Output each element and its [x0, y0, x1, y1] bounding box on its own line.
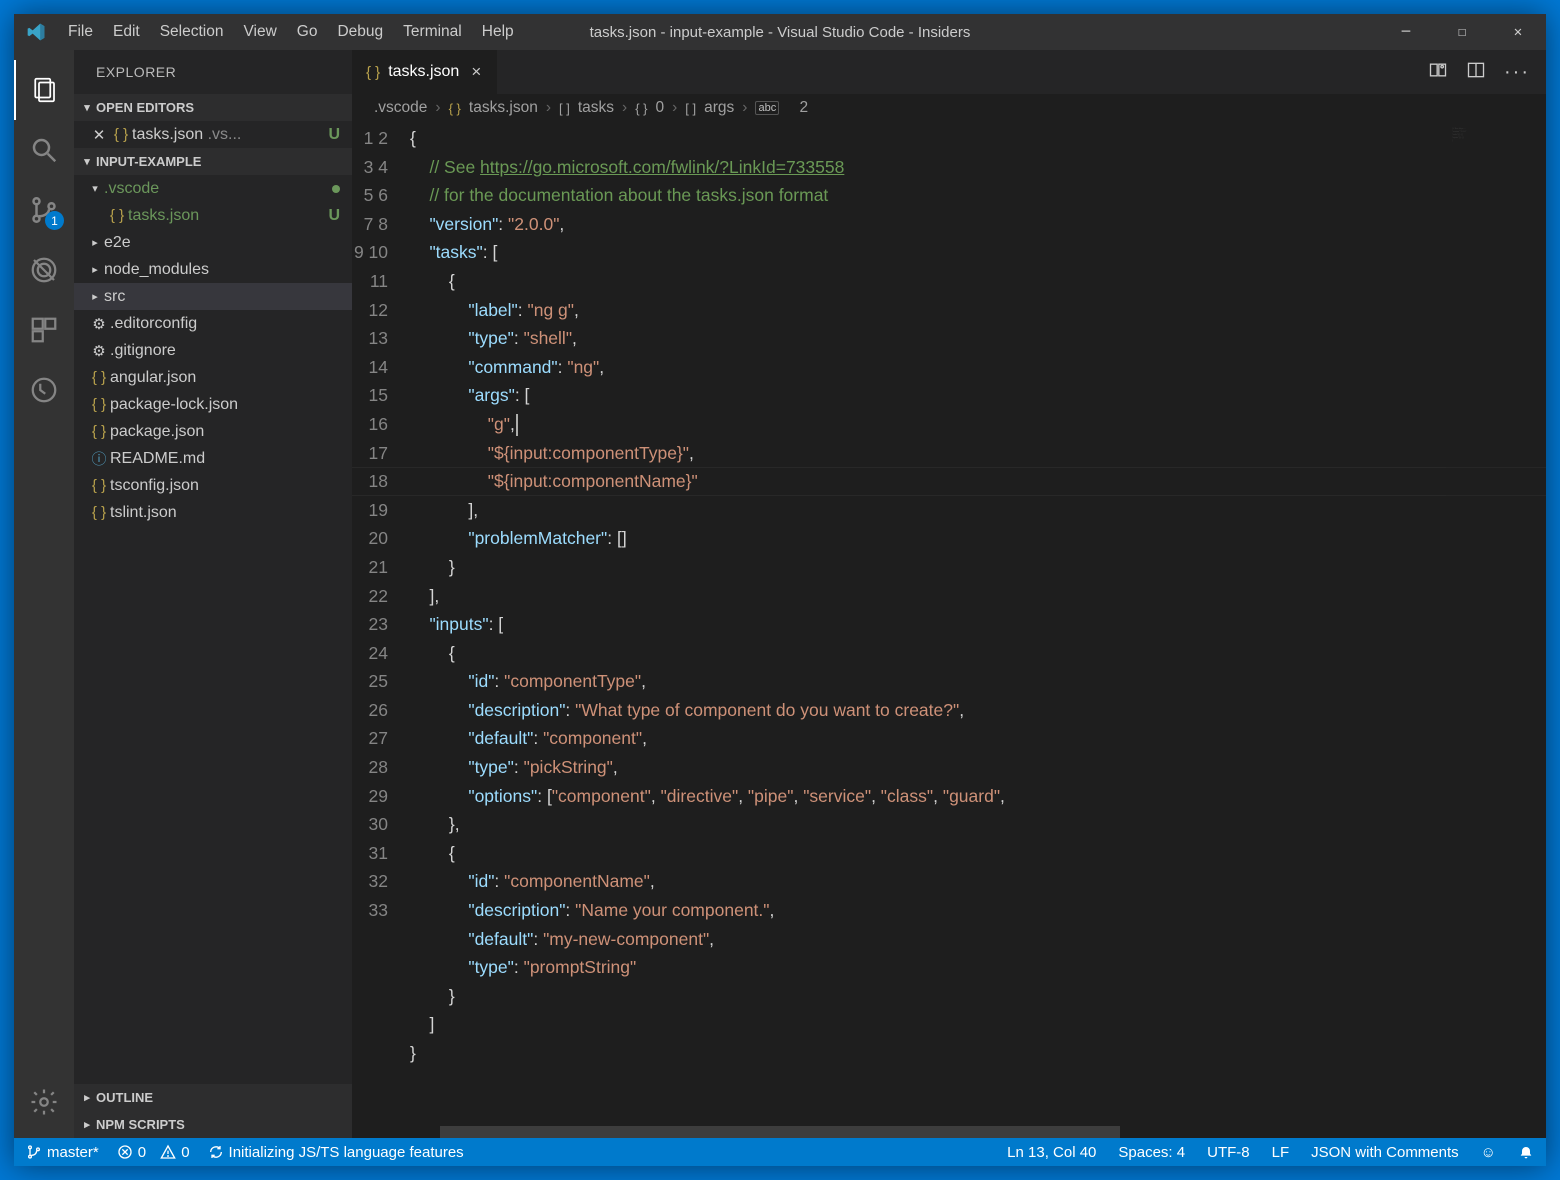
text-editor[interactable]: 1 2 3 4 5 6 7 8 9 10 11 12 13 14 15 16 1…: [352, 122, 1546, 1126]
problems-status[interactable]: 0 0: [117, 1144, 190, 1161]
notifications-icon[interactable]: [1518, 1143, 1534, 1160]
tab-close-icon[interactable]: ×: [467, 62, 485, 82]
title-bar: File Edit Selection View Go Debug Termin…: [14, 14, 1546, 50]
language-mode-status[interactable]: JSON with Comments: [1311, 1144, 1459, 1161]
menu-debug[interactable]: Debug: [327, 14, 393, 50]
tree-file-tsconfig[interactable]: { }tsconfig.json: [74, 472, 352, 499]
vscode-window: File Edit Selection View Go Debug Termin…: [14, 14, 1546, 1166]
status-bar: master* 0 0 Initializing JS/TS language …: [14, 1138, 1546, 1166]
vscode-logo-icon: [14, 22, 58, 42]
npm-scripts-header[interactable]: ▸NPM SCRIPTS: [74, 1111, 352, 1138]
tree-folder-src[interactable]: ▸src: [74, 283, 352, 310]
sidebar-title: EXPLORER: [74, 50, 352, 94]
scm-badge: 1: [45, 211, 64, 230]
open-editors-header[interactable]: ▾OPEN EDITORS: [74, 94, 352, 121]
close-editor-icon[interactable]: ✕: [88, 126, 110, 144]
line-numbers: 1 2 3 4 5 6 7 8 9 10 11 12 13 14 15 16 1…: [352, 122, 410, 1126]
search-icon[interactable]: [14, 120, 74, 180]
breadcrumb[interactable]: .vscode› { }tasks.json› [ ]tasks› { }0› …: [352, 94, 1546, 122]
maximize-button[interactable]: ☐: [1434, 14, 1490, 50]
branch-icon: [26, 1144, 42, 1160]
window-controls: ─ ☐ ✕: [1378, 14, 1546, 50]
tree-file-tasks[interactable]: { }tasks.jsonU: [74, 202, 352, 229]
menu-view[interactable]: View: [233, 14, 286, 50]
warning-icon: [160, 1144, 176, 1160]
close-button[interactable]: ✕: [1490, 14, 1546, 50]
explorer-icon[interactable]: [14, 60, 74, 120]
menu-file[interactable]: File: [58, 14, 103, 50]
cursor-position-status[interactable]: Ln 13, Col 40: [1007, 1144, 1096, 1161]
text-cursor: [516, 414, 518, 436]
gear-file-icon: ⚙: [88, 342, 110, 360]
split-editor-icon[interactable]: [1466, 60, 1486, 85]
scrollbar-thumb[interactable]: [440, 1126, 1120, 1138]
activity-bar: 1: [14, 50, 74, 1138]
json-file-icon: { }: [366, 64, 380, 81]
menu-edit[interactable]: Edit: [103, 14, 150, 50]
tree-file-angular[interactable]: { }angular.json: [74, 364, 352, 391]
feedback-icon[interactable]: ☺: [1481, 1144, 1496, 1161]
toggle-changes-icon[interactable]: [1428, 60, 1448, 85]
minimap[interactable]: { // See https ... "version":"2.0.0" "ta…: [1446, 122, 1546, 1126]
indentation-status[interactable]: Spaces: 4: [1118, 1144, 1185, 1161]
editor-group: { } tasks.json × ··· .vscode› { }tasks.j…: [352, 50, 1546, 1138]
debug-icon[interactable]: [14, 240, 74, 300]
language-status[interactable]: Initializing JS/TS language features: [208, 1144, 464, 1161]
tab-bar: { } tasks.json × ···: [352, 50, 1546, 94]
tree-file-package-lock[interactable]: { }package-lock.json: [74, 391, 352, 418]
tree-folder-vscode[interactable]: ▾.vscode: [74, 175, 352, 202]
minimize-button[interactable]: ─: [1378, 14, 1434, 50]
menu-help[interactable]: Help: [472, 14, 524, 50]
git-branch-status[interactable]: master*: [26, 1144, 99, 1161]
window-title: tasks.json - input-example - Visual Stud…: [590, 24, 971, 41]
file-tree: ▾.vscode { }tasks.jsonU ▸e2e ▸node_modul…: [74, 175, 352, 1084]
tree-file-gitignore[interactable]: ⚙.gitignore: [74, 337, 352, 364]
folder-header[interactable]: ▾INPUT-EXAMPLE: [74, 148, 352, 175]
encoding-status[interactable]: UTF-8: [1207, 1144, 1250, 1161]
more-actions-icon[interactable]: ···: [1504, 61, 1530, 84]
tree-file-package[interactable]: { }package.json: [74, 418, 352, 445]
sidebar: EXPLORER ▾OPEN EDITORS ✕ { } tasks.json …: [74, 50, 352, 1138]
error-icon: [117, 1144, 133, 1160]
menu-bar: File Edit Selection View Go Debug Termin…: [58, 14, 524, 50]
horizontal-scrollbar[interactable]: [352, 1126, 1546, 1138]
open-editor-item[interactable]: ✕ { } tasks.json .vs... U: [74, 121, 352, 148]
tree-file-editorconfig[interactable]: ⚙.editorconfig: [74, 310, 352, 337]
editor-actions: ···: [1428, 50, 1546, 94]
menu-go[interactable]: Go: [287, 14, 328, 50]
outline-header[interactable]: ▸OUTLINE: [74, 1084, 352, 1111]
tree-file-readme[interactable]: ⓘREADME.md: [74, 445, 352, 472]
menu-selection[interactable]: Selection: [150, 14, 234, 50]
info-icon: ⓘ: [88, 448, 110, 469]
tab-tasks-json[interactable]: { } tasks.json ×: [352, 50, 497, 94]
tree-folder-e2e[interactable]: ▸e2e: [74, 229, 352, 256]
extensions-icon[interactable]: [14, 300, 74, 360]
code-content[interactable]: { // See https://go.microsoft.com/fwlink…: [410, 122, 1546, 1126]
tree-folder-node-modules[interactable]: ▸node_modules: [74, 256, 352, 283]
menu-terminal[interactable]: Terminal: [393, 14, 472, 50]
eol-status[interactable]: LF: [1272, 1144, 1290, 1161]
source-control-icon[interactable]: 1: [14, 180, 74, 240]
sync-icon: [208, 1144, 224, 1160]
references-icon[interactable]: [14, 360, 74, 420]
gear-file-icon: ⚙: [88, 315, 110, 333]
tree-file-tslint[interactable]: { }tslint.json: [74, 499, 352, 526]
settings-gear-icon[interactable]: [14, 1072, 74, 1132]
